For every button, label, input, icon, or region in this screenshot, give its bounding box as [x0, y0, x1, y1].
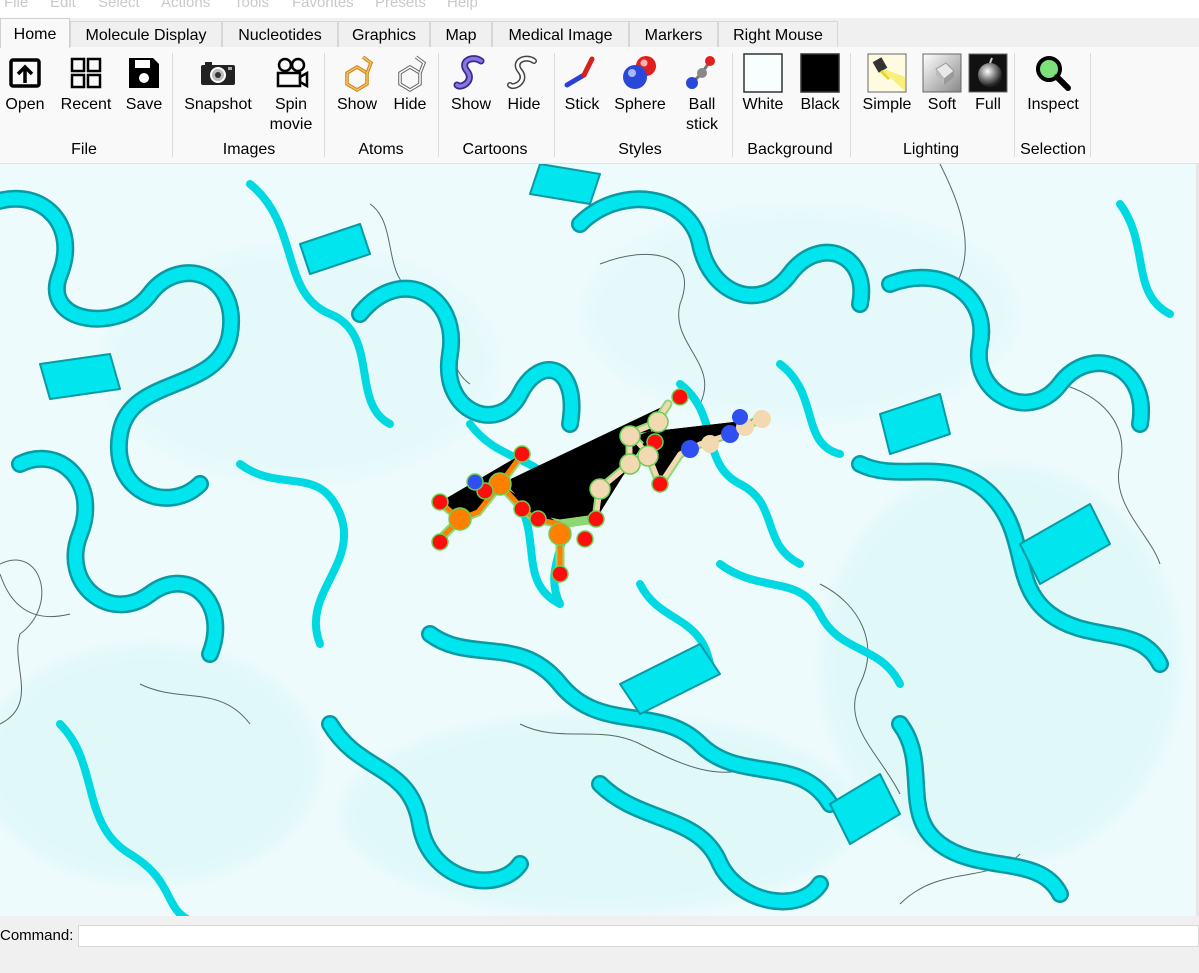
spin-movie-icon [276, 57, 309, 89]
molecule-scene [0, 164, 1180, 916]
spin-label: Spin [274, 96, 308, 113]
hide-cartoons-button[interactable]: Hide [502, 53, 546, 115]
tab-markers[interactable]: Markers [629, 21, 718, 47]
menu-help[interactable]: Help [447, 0, 478, 11]
menu-edit[interactable]: Edit [50, 0, 76, 11]
hide-atoms-label: Hide [393, 96, 427, 113]
group-label-selection: Selection [1020, 141, 1086, 158]
group-label-images: Images [222, 141, 276, 158]
group-label-atoms: Atoms [358, 141, 404, 158]
sphere-label: Sphere [614, 96, 666, 113]
ribbon-toolbar: Open Recent Save File Snapshot Spin movi… [0, 47, 1199, 164]
command-input[interactable] [78, 925, 1199, 947]
simple-label: Simple [862, 96, 912, 113]
simple-lighting-icon [867, 53, 907, 93]
group-divider [324, 53, 325, 157]
white-background-button[interactable]: White [740, 53, 786, 115]
recent-button[interactable]: Recent [60, 53, 112, 115]
stick-button[interactable]: Stick [562, 53, 602, 115]
ribbon-tab-bar: Home Molecule Display Nucleotides Graphi… [0, 18, 1199, 48]
command-label: Command: [0, 927, 74, 944]
molecular-surface [0, 204, 1180, 914]
tab-molecule-display[interactable]: Molecule Display [70, 21, 222, 47]
tab-home[interactable]: Home [0, 18, 70, 48]
simple-lighting-button[interactable]: Simple [860, 53, 914, 115]
full-label: Full [975, 96, 1001, 113]
soft-label: Soft [927, 96, 957, 113]
group-divider [1014, 53, 1015, 157]
tab-medical-image[interactable]: Medical Image [492, 21, 629, 47]
show-cartoons-button[interactable]: Show [448, 53, 494, 115]
command-bar: Command: [0, 916, 1199, 973]
menu-select[interactable]: Select [98, 0, 140, 11]
show-atoms-button[interactable]: Show [334, 53, 380, 115]
open-button[interactable]: Open [4, 53, 46, 115]
group-divider [850, 53, 851, 157]
stick-label: Stick [564, 96, 600, 113]
black-background-button[interactable]: Black [798, 53, 842, 115]
group-label-lighting: Lighting [902, 141, 960, 158]
save-label: Save [125, 96, 163, 113]
show-cartoons-icon [453, 55, 485, 90]
soft-lighting-icon [922, 53, 962, 93]
group-divider [438, 53, 439, 157]
white-label: White [742, 96, 784, 113]
full-lighting-button[interactable]: Full [966, 53, 1010, 115]
tab-graphics[interactable]: Graphics [338, 21, 430, 47]
inspect-button[interactable]: Inspect [1022, 53, 1084, 115]
group-label-file: File [71, 141, 97, 158]
group-divider [172, 53, 173, 157]
open-icon [9, 58, 41, 88]
stick-icon [564, 56, 595, 88]
menu-tools[interactable]: Tools [234, 0, 269, 11]
ball-label: Ball [688, 96, 716, 113]
full-lighting-icon [968, 53, 1008, 93]
save-button[interactable]: Save [124, 53, 164, 115]
show-cartoons-label: Show [450, 96, 492, 113]
graphics-viewport[interactable] [0, 164, 1196, 916]
group-label-styles: Styles [618, 141, 662, 158]
open-label: Open [5, 96, 45, 113]
recent-icon [70, 57, 102, 89]
hide-cartoons-label: Hide [507, 96, 541, 113]
black-label: Black [800, 96, 840, 113]
inspect-label: Inspect [1027, 96, 1079, 113]
save-icon [129, 58, 159, 88]
group-label-background: Background [747, 141, 833, 158]
tab-map[interactable]: Map [430, 21, 492, 47]
ball-stick-icon [686, 56, 715, 89]
stick-sub-label: stick [686, 116, 718, 133]
group-divider [1090, 53, 1091, 157]
menu-actions[interactable]: Actions [161, 0, 210, 11]
menu-file[interactable]: File [4, 0, 28, 11]
snapshot-button[interactable]: Snapshot [182, 53, 254, 115]
snapshot-icon [201, 62, 235, 85]
tab-nucleotides[interactable]: Nucleotides [222, 21, 338, 47]
hide-atoms-icon [398, 55, 427, 93]
black-background-icon [800, 53, 840, 93]
menu-presets[interactable]: Presets [375, 0, 426, 11]
sphere-button[interactable]: Sphere [612, 53, 668, 115]
menu-favorites[interactable]: Favorites [292, 0, 354, 11]
inspect-icon [1036, 56, 1071, 91]
hide-cartoons-icon [507, 55, 537, 89]
show-atoms-icon [345, 55, 374, 93]
recent-label: Recent [60, 96, 112, 113]
tab-right-mouse[interactable]: Right Mouse [718, 21, 838, 47]
snapshot-label: Snapshot [184, 96, 252, 113]
group-label-cartoons: Cartoons [462, 141, 528, 158]
show-atoms-label: Show [336, 96, 378, 113]
menu-bar: File Edit Select Actions Tools Favorites… [0, 0, 1199, 18]
movie-label: movie [269, 116, 313, 133]
group-divider [732, 53, 733, 157]
group-divider [554, 53, 555, 157]
white-background-icon [743, 53, 783, 93]
sphere-icon [623, 56, 656, 89]
spin-movie-button[interactable]: Spin movie [266, 53, 316, 135]
soft-lighting-button[interactable]: Soft [920, 53, 964, 115]
hide-atoms-button[interactable]: Hide [388, 53, 432, 115]
ball-stick-button[interactable]: Ball stick [680, 53, 724, 135]
